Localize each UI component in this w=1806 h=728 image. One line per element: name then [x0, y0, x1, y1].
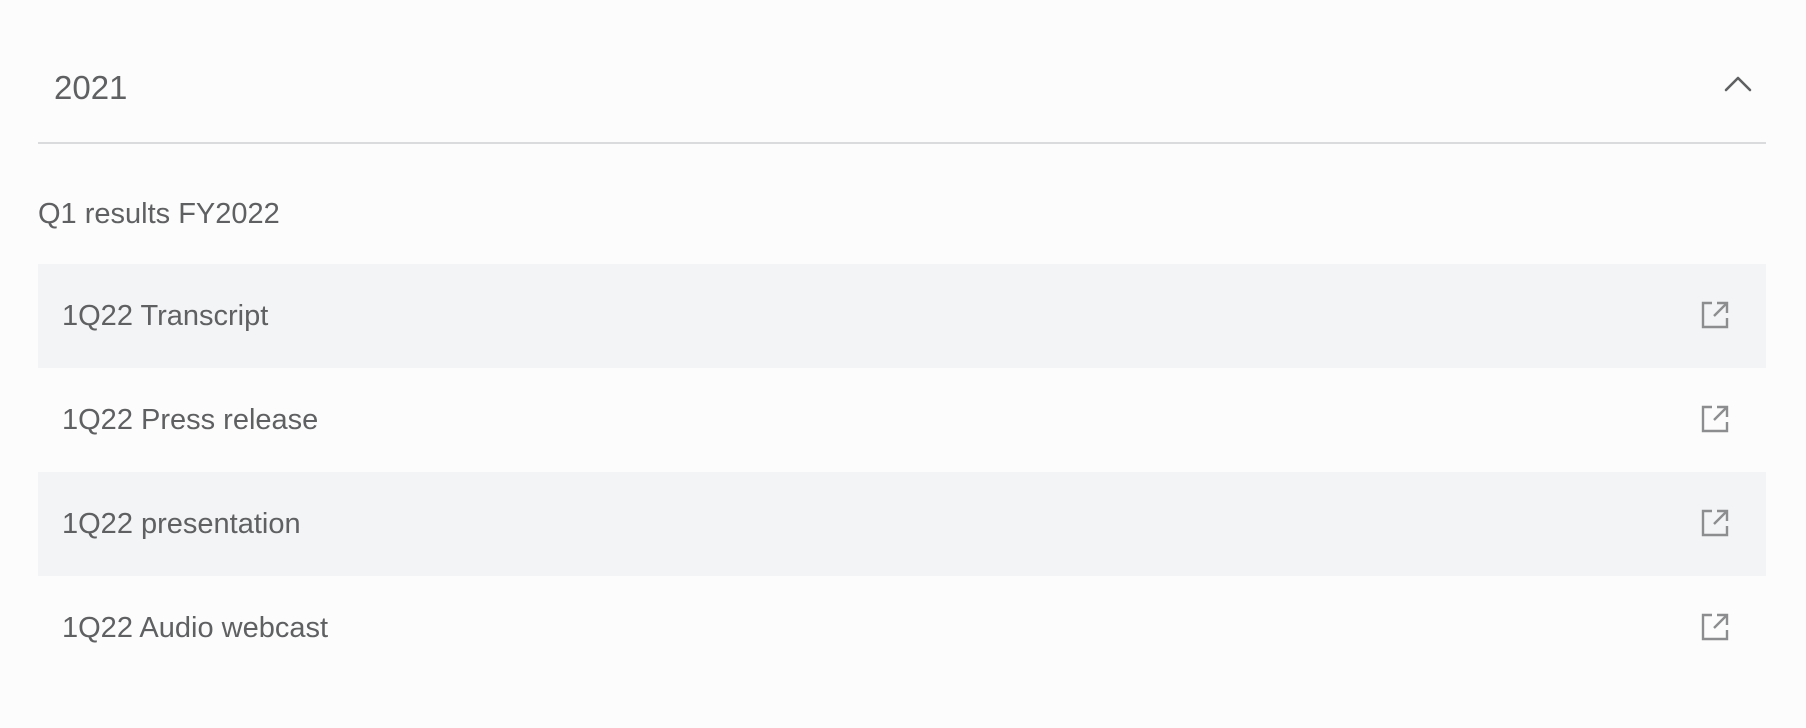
external-link-icon[interactable] — [1700, 300, 1730, 330]
document-link-label: 1Q22 Transcript — [62, 300, 269, 332]
document-link-audio-webcast[interactable]: 1Q22 Audio webcast — [38, 576, 1766, 680]
external-link-icon[interactable] — [1700, 612, 1730, 642]
document-link-label: 1Q22 Audio webcast — [62, 612, 329, 644]
document-link-label: 1Q22 Press release — [62, 404, 319, 436]
document-link-presentation[interactable]: 1Q22 presentation — [38, 472, 1766, 576]
external-link-icon[interactable] — [1700, 508, 1730, 538]
accordion-header[interactable]: 2021 — [38, 0, 1766, 144]
chevron-up-icon[interactable] — [1718, 64, 1758, 104]
document-list: 1Q22 Transcript 1Q22 Press release 1Q22 … — [38, 264, 1766, 680]
section-title: Q1 results FY2022 — [38, 198, 280, 230]
document-link-label: 1Q22 presentation — [62, 508, 301, 540]
document-link-press-release[interactable]: 1Q22 Press release — [38, 368, 1766, 472]
year-accordion: 2021 Q1 results FY2022 1Q22 Transcript 1… — [38, 0, 1766, 644]
document-link-transcript[interactable]: 1Q22 Transcript — [38, 264, 1766, 368]
year-title: 2021 — [54, 69, 128, 106]
external-link-icon[interactable] — [1700, 404, 1730, 434]
